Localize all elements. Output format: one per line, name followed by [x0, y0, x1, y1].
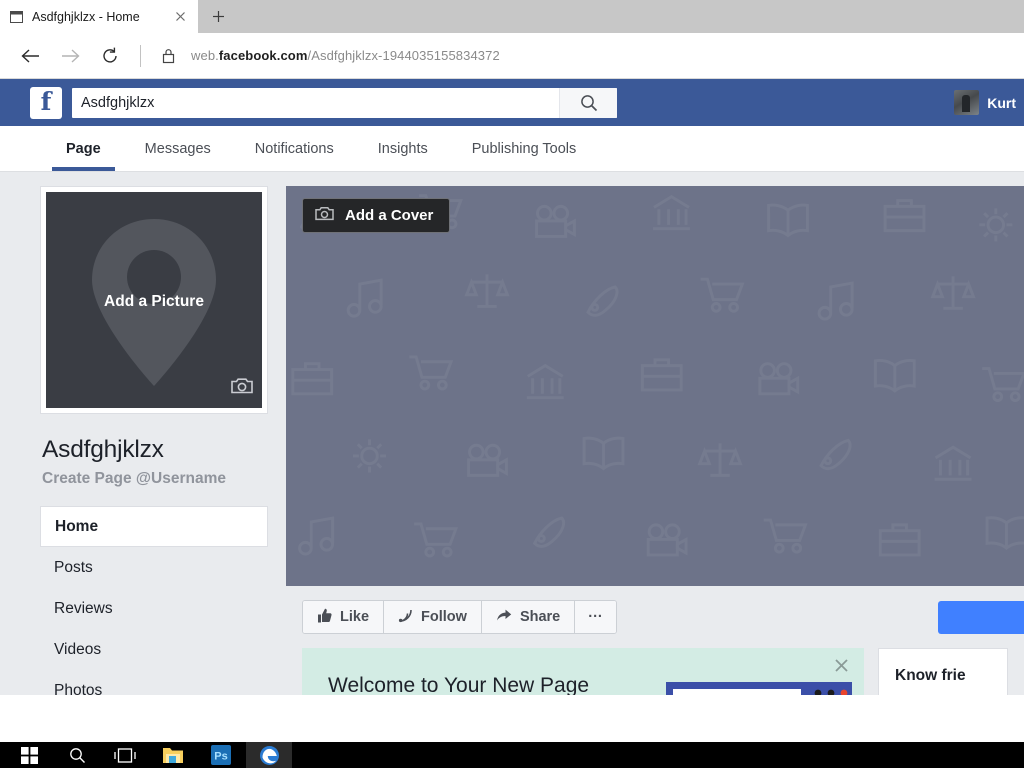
facebook-header-bar: f Kurt	[0, 79, 1024, 126]
sidebar-item-label: Posts	[54, 558, 93, 576]
add-picture-placeholder[interactable]: Add a Picture	[46, 192, 262, 408]
rss-follow-icon	[398, 608, 413, 627]
tab-page[interactable]: Page	[44, 126, 123, 171]
windows-taskbar: Ps	[0, 742, 1024, 768]
camera-icon[interactable]	[231, 377, 253, 399]
svg-text:Ps: Ps	[214, 751, 227, 763]
sidebar-item-home[interactable]: Home	[40, 506, 268, 547]
sidebar-item-posts[interactable]: Posts	[40, 547, 268, 588]
search-container[interactable]	[72, 87, 617, 118]
back-arrow-icon[interactable]	[12, 39, 48, 73]
tab-label: Messages	[144, 140, 211, 157]
sidebar-item-label: Reviews	[54, 599, 113, 617]
create-username-link[interactable]: Create Page @Username	[42, 470, 268, 488]
left-column: Add a Picture Asdfghjklzx Create Page @U…	[0, 172, 286, 699]
sidebar-item-label: Photos	[54, 681, 103, 699]
like-button[interactable]: Like	[303, 601, 385, 633]
sidebar-item-label: Videos	[54, 640, 102, 658]
browser-window-illustration	[666, 682, 852, 695]
new-tab-button[interactable]	[198, 0, 238, 33]
action-button-group: Like Follow Share ···	[302, 600, 617, 634]
address-bar[interactable]: web.facebook.com/Asdfghjklzx-19440351558…	[187, 48, 500, 63]
tab-insights[interactable]: Insights	[356, 126, 450, 171]
user-menu[interactable]: Kurt	[954, 90, 1016, 115]
more-options-button[interactable]: ···	[575, 601, 616, 633]
refresh-icon[interactable]	[92, 39, 128, 73]
browser-tab[interactable]: Asdfghjklzx - Home	[0, 0, 198, 33]
cover-photo-area[interactable]: Add a Cover	[286, 186, 1024, 586]
tab-label: Notifications	[254, 140, 334, 157]
tab-messages[interactable]: Messages	[123, 126, 233, 171]
tab-label: Page	[66, 140, 101, 157]
know-friends-card: Know frie Help m friends	[878, 648, 1008, 695]
sidebar-item-photos[interactable]: Photos	[40, 670, 268, 711]
follow-label: Follow	[421, 609, 467, 625]
browser-navigation-bar: web.facebook.com/Asdfghjklzx-19440351558…	[0, 33, 1024, 79]
sidebar-nav: Home Posts Reviews Videos Photos	[40, 506, 268, 711]
avatar[interactable]	[954, 90, 980, 115]
lock-icon	[153, 47, 183, 65]
toolbar-divider	[140, 44, 141, 67]
primary-cta-button[interactable]	[938, 600, 1024, 634]
ellipsis-icon: ···	[588, 609, 603, 625]
sidebar-item-label: Home	[55, 517, 99, 535]
task-view-button[interactable]	[102, 742, 148, 768]
share-label: Share	[519, 609, 561, 625]
forward-arrow-icon[interactable]	[52, 39, 88, 73]
tab-publishing-tools[interactable]: Publishing Tools	[450, 126, 599, 171]
like-label: Like	[340, 609, 370, 625]
know-card-title: Know frie	[895, 667, 966, 684]
camera-icon	[315, 206, 334, 225]
search-icon[interactable]	[559, 87, 617, 118]
close-icon[interactable]	[833, 657, 850, 680]
start-button[interactable]	[6, 742, 52, 768]
profile-picture-frame[interactable]: Add a Picture	[40, 186, 268, 414]
close-icon[interactable]	[173, 9, 188, 24]
search-button[interactable]	[54, 742, 100, 768]
tab-notifications[interactable]: Notifications	[233, 126, 356, 171]
file-explorer-button[interactable]	[150, 742, 196, 768]
sidebar-item-reviews[interactable]: Reviews	[40, 588, 268, 629]
url-prefix: web.	[191, 48, 219, 63]
window-icon	[10, 10, 23, 23]
welcome-card: Welcome to Your New Page Before you shar…	[302, 648, 864, 695]
add-cover-label: Add a Cover	[345, 207, 434, 224]
facebook-logo-icon[interactable]: f	[30, 86, 62, 119]
url-domain: facebook.com	[218, 48, 308, 63]
search-input[interactable]	[72, 87, 559, 118]
right-column: Add a Cover Like Follow Share ··· Welcom…	[286, 172, 1024, 695]
add-picture-label: Add a Picture	[104, 293, 204, 310]
follow-button[interactable]: Follow	[384, 601, 482, 633]
tab-strip: Asdfghjklzx - Home	[0, 0, 1024, 33]
add-cover-button[interactable]: Add a Cover	[302, 198, 451, 233]
tab-label: Insights	[377, 140, 428, 157]
photoshop-button[interactable]: Ps	[198, 742, 244, 768]
cover-pattern-icons	[291, 194, 1024, 558]
user-name-label: Kurt	[987, 94, 1016, 111]
page-tab-bar: Page Messages Notifications Insights Pub…	[0, 126, 1024, 172]
sidebar-item-videos[interactable]: Videos	[40, 629, 268, 670]
know-card-subtitle: Help m friends	[895, 694, 1007, 695]
tab-label: Publishing Tools	[471, 140, 577, 157]
share-arrow-icon	[496, 608, 512, 627]
browser-tab-title: Asdfghjklzx - Home	[32, 9, 140, 24]
share-button[interactable]: Share	[481, 601, 576, 633]
page-content: Add a Picture Asdfghjklzx Create Page @U…	[0, 172, 1024, 699]
browser-chrome: Asdfghjklzx - Home	[0, 0, 1024, 33]
url-path: /Asdfghjklzx-1944035155834372	[307, 48, 500, 63]
cards-row: Welcome to Your New Page Before you shar…	[286, 648, 1024, 695]
page-action-bar: Like Follow Share ···	[286, 586, 1024, 648]
edge-button[interactable]	[246, 742, 292, 768]
thumbs-up-icon	[317, 608, 332, 627]
page-title: Asdfghjklzx	[42, 436, 164, 463]
